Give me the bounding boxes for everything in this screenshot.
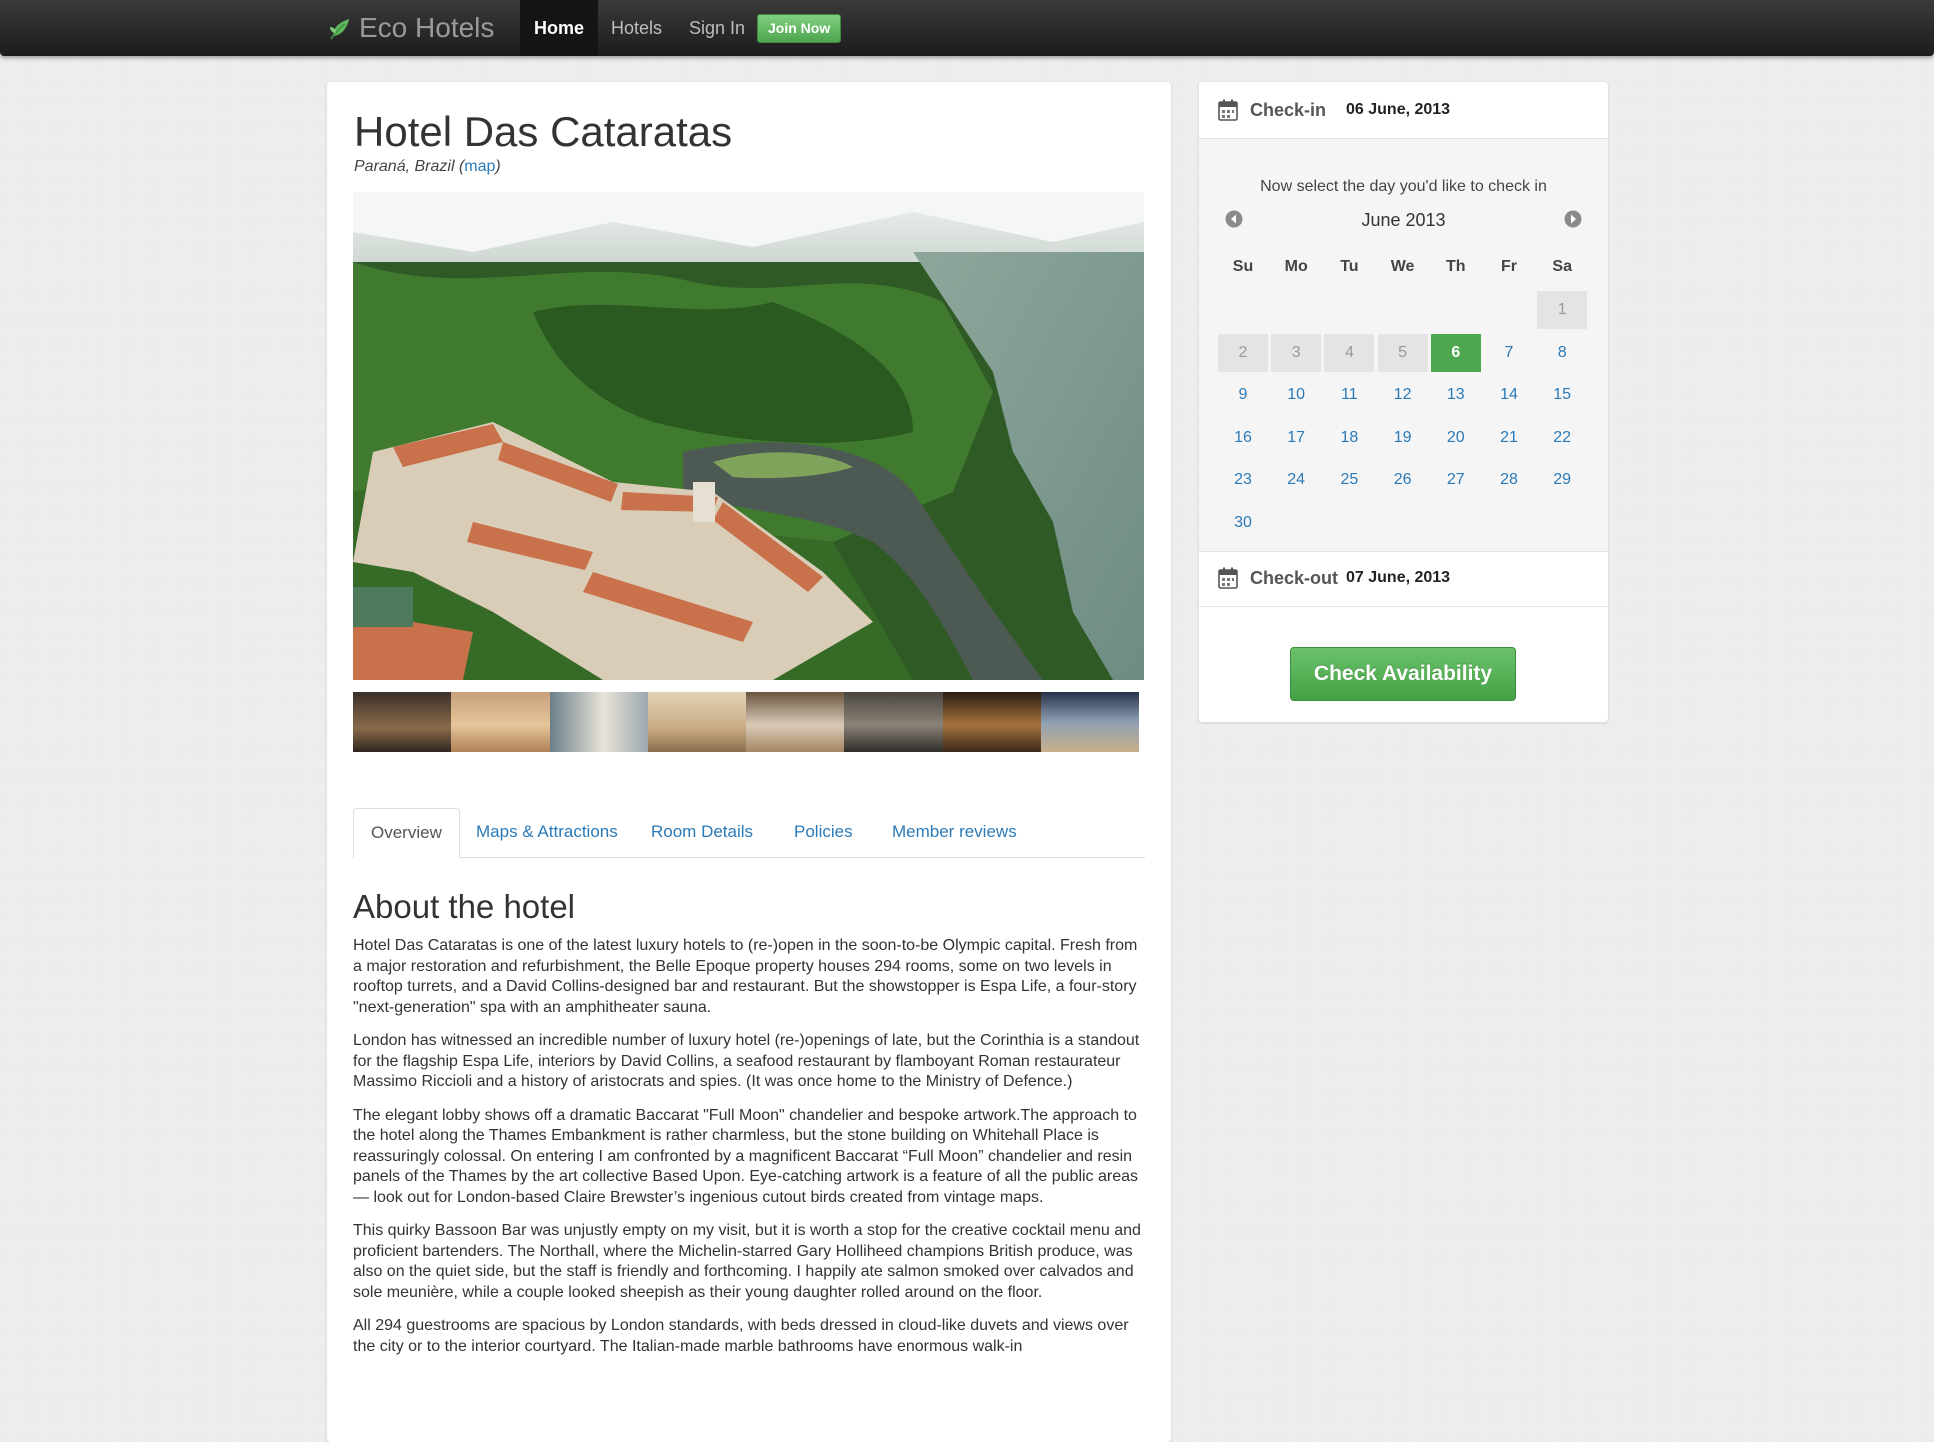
calendar-day[interactable]: 12 [1378,376,1428,414]
thumbnail[interactable] [1040,692,1139,752]
thumbnail[interactable] [549,692,648,752]
calendar-day[interactable]: 13 [1431,376,1481,414]
calendar-day[interactable]: 8 [1537,334,1587,372]
thumbnail[interactable] [844,692,943,752]
calendar-hint: Now select the day you'd like to check i… [1260,178,1547,195]
calendar-day[interactable]: 27 [1431,461,1481,499]
hero-photo [353,192,1144,680]
calendar-day: 4 [1324,333,1375,372]
calendar-day[interactable]: 23 [1218,461,1268,499]
about-paragraph: All 294 guestrooms are spacious by Londo… [353,1317,1129,1355]
calendar-icon [1218,567,1238,589]
weekday-header: We [1390,258,1415,275]
calendar-day[interactable]: 28 [1484,461,1534,499]
brand-name: Eco Hotels [359,12,495,43]
thumbnail[interactable] [942,692,1041,752]
thumbnail[interactable] [746,692,845,752]
location-text: Paraná, Brazil [354,158,455,175]
tab-member-reviews[interactable]: Member reviews [892,808,1017,856]
weekday-header: Su [1232,258,1254,275]
calendar-day: 2 [1218,333,1268,372]
calendar-day: 5 [1377,333,1428,372]
about-paragraph: This quirky Bassoon Bar was unjustly emp… [353,1222,1141,1301]
nav-home[interactable]: Home [520,0,598,56]
about-body: Hotel Das Cataratas is one of the latest… [353,936,1145,1370]
map-link[interactable]: map [464,158,495,175]
checkin-value: 06 June, 2013 [1346,101,1451,118]
leaf-icon [330,19,349,40]
calendar-day[interactable]: 29 [1537,461,1587,499]
about-paragraph: The elegant lobby shows off a dramatic B… [353,1106,1139,1206]
calendar-day[interactable]: 10 [1271,376,1321,414]
checkin-label: Check-in [1250,99,1327,120]
nav-sign-in[interactable]: Sign In [689,0,745,56]
calendar-day[interactable]: 30 [1218,504,1268,542]
about-paragraph: Hotel Das Cataratas is one of the latest… [353,937,1138,1016]
thumbnail[interactable] [353,692,452,752]
calendar-day[interactable]: 15 [1537,376,1587,414]
booking-sidebar: Check-in 06 June, 2013 Now select the da… [1199,82,1608,722]
brand-logo[interactable]: Eco Hotels [327,10,494,46]
calendar-day[interactable]: 11 [1324,376,1374,414]
calendar-day: 3 [1271,333,1322,372]
calendar-day[interactable]: 24 [1271,461,1321,499]
calendar-day[interactable]: 9 [1218,376,1268,414]
hotel-tabs: Overview Maps & Attractions Room Details… [353,808,1145,859]
tab-maps-attractions[interactable]: Maps & Attractions [476,808,618,856]
calendar-day[interactable]: 14 [1484,376,1534,414]
join-now-button[interactable]: Join Now [757,14,842,43]
weekday-header: Th [1446,258,1466,275]
calendar-day-selected[interactable]: 6 [1430,333,1481,372]
calendar-icon [1218,99,1238,121]
calendar-day[interactable]: 26 [1378,461,1428,499]
thumbnail-strip [353,692,1139,752]
calendar-day[interactable]: 25 [1324,461,1374,499]
checkout-row[interactable]: Check-out 07 June, 2013 [1199,550,1608,606]
weekday-header: Tu [1340,258,1359,275]
nav-hotels[interactable]: Hotels [611,0,662,56]
calendar-day[interactable]: 19 [1378,419,1428,457]
calendar-day[interactable]: 22 [1537,419,1587,457]
hotel-location: Paraná, Brazil (map) [354,158,501,175]
top-navbar: Eco Hotels Home Hotels Sign In Join Now [0,0,1934,56]
checkout-value: 07 June, 2013 [1346,569,1451,586]
calendar-day: 1 [1537,291,1588,329]
weekday-header: Mo [1284,258,1308,275]
calendar-day[interactable]: 21 [1484,419,1534,457]
hotel-hero-image [353,192,1144,680]
thumbnail[interactable] [647,692,746,752]
checkout-label: Check-out [1250,567,1339,588]
calendar-day[interactable]: 18 [1324,419,1374,457]
about-paragraph: London has witnessed an incredible numbe… [353,1032,1140,1090]
tab-overview[interactable]: Overview [353,808,460,859]
tab-policies[interactable]: Policies [794,808,853,856]
checkin-row[interactable]: Check-in 06 June, 2013 [1199,82,1608,138]
calendar-day[interactable]: 20 [1431,419,1481,457]
tab-room-details[interactable]: Room Details [651,808,753,856]
calendar-day[interactable]: 16 [1218,419,1268,457]
calendar-day[interactable]: 17 [1271,419,1321,457]
hotel-title: Hotel Das Cataratas [354,108,733,155]
thumbnail[interactable] [451,692,550,752]
calendar-month: June 2013 [1361,210,1446,230]
weekday-header: Sa [1552,258,1572,275]
about-heading: About the hotel [353,888,576,925]
check-availability-button[interactable]: Check Availability [1290,647,1516,701]
divider [1199,606,1608,607]
calendar-day[interactable]: 7 [1484,334,1534,372]
next-month-icon[interactable] [1564,210,1582,228]
weekday-header: Fr [1501,258,1517,275]
